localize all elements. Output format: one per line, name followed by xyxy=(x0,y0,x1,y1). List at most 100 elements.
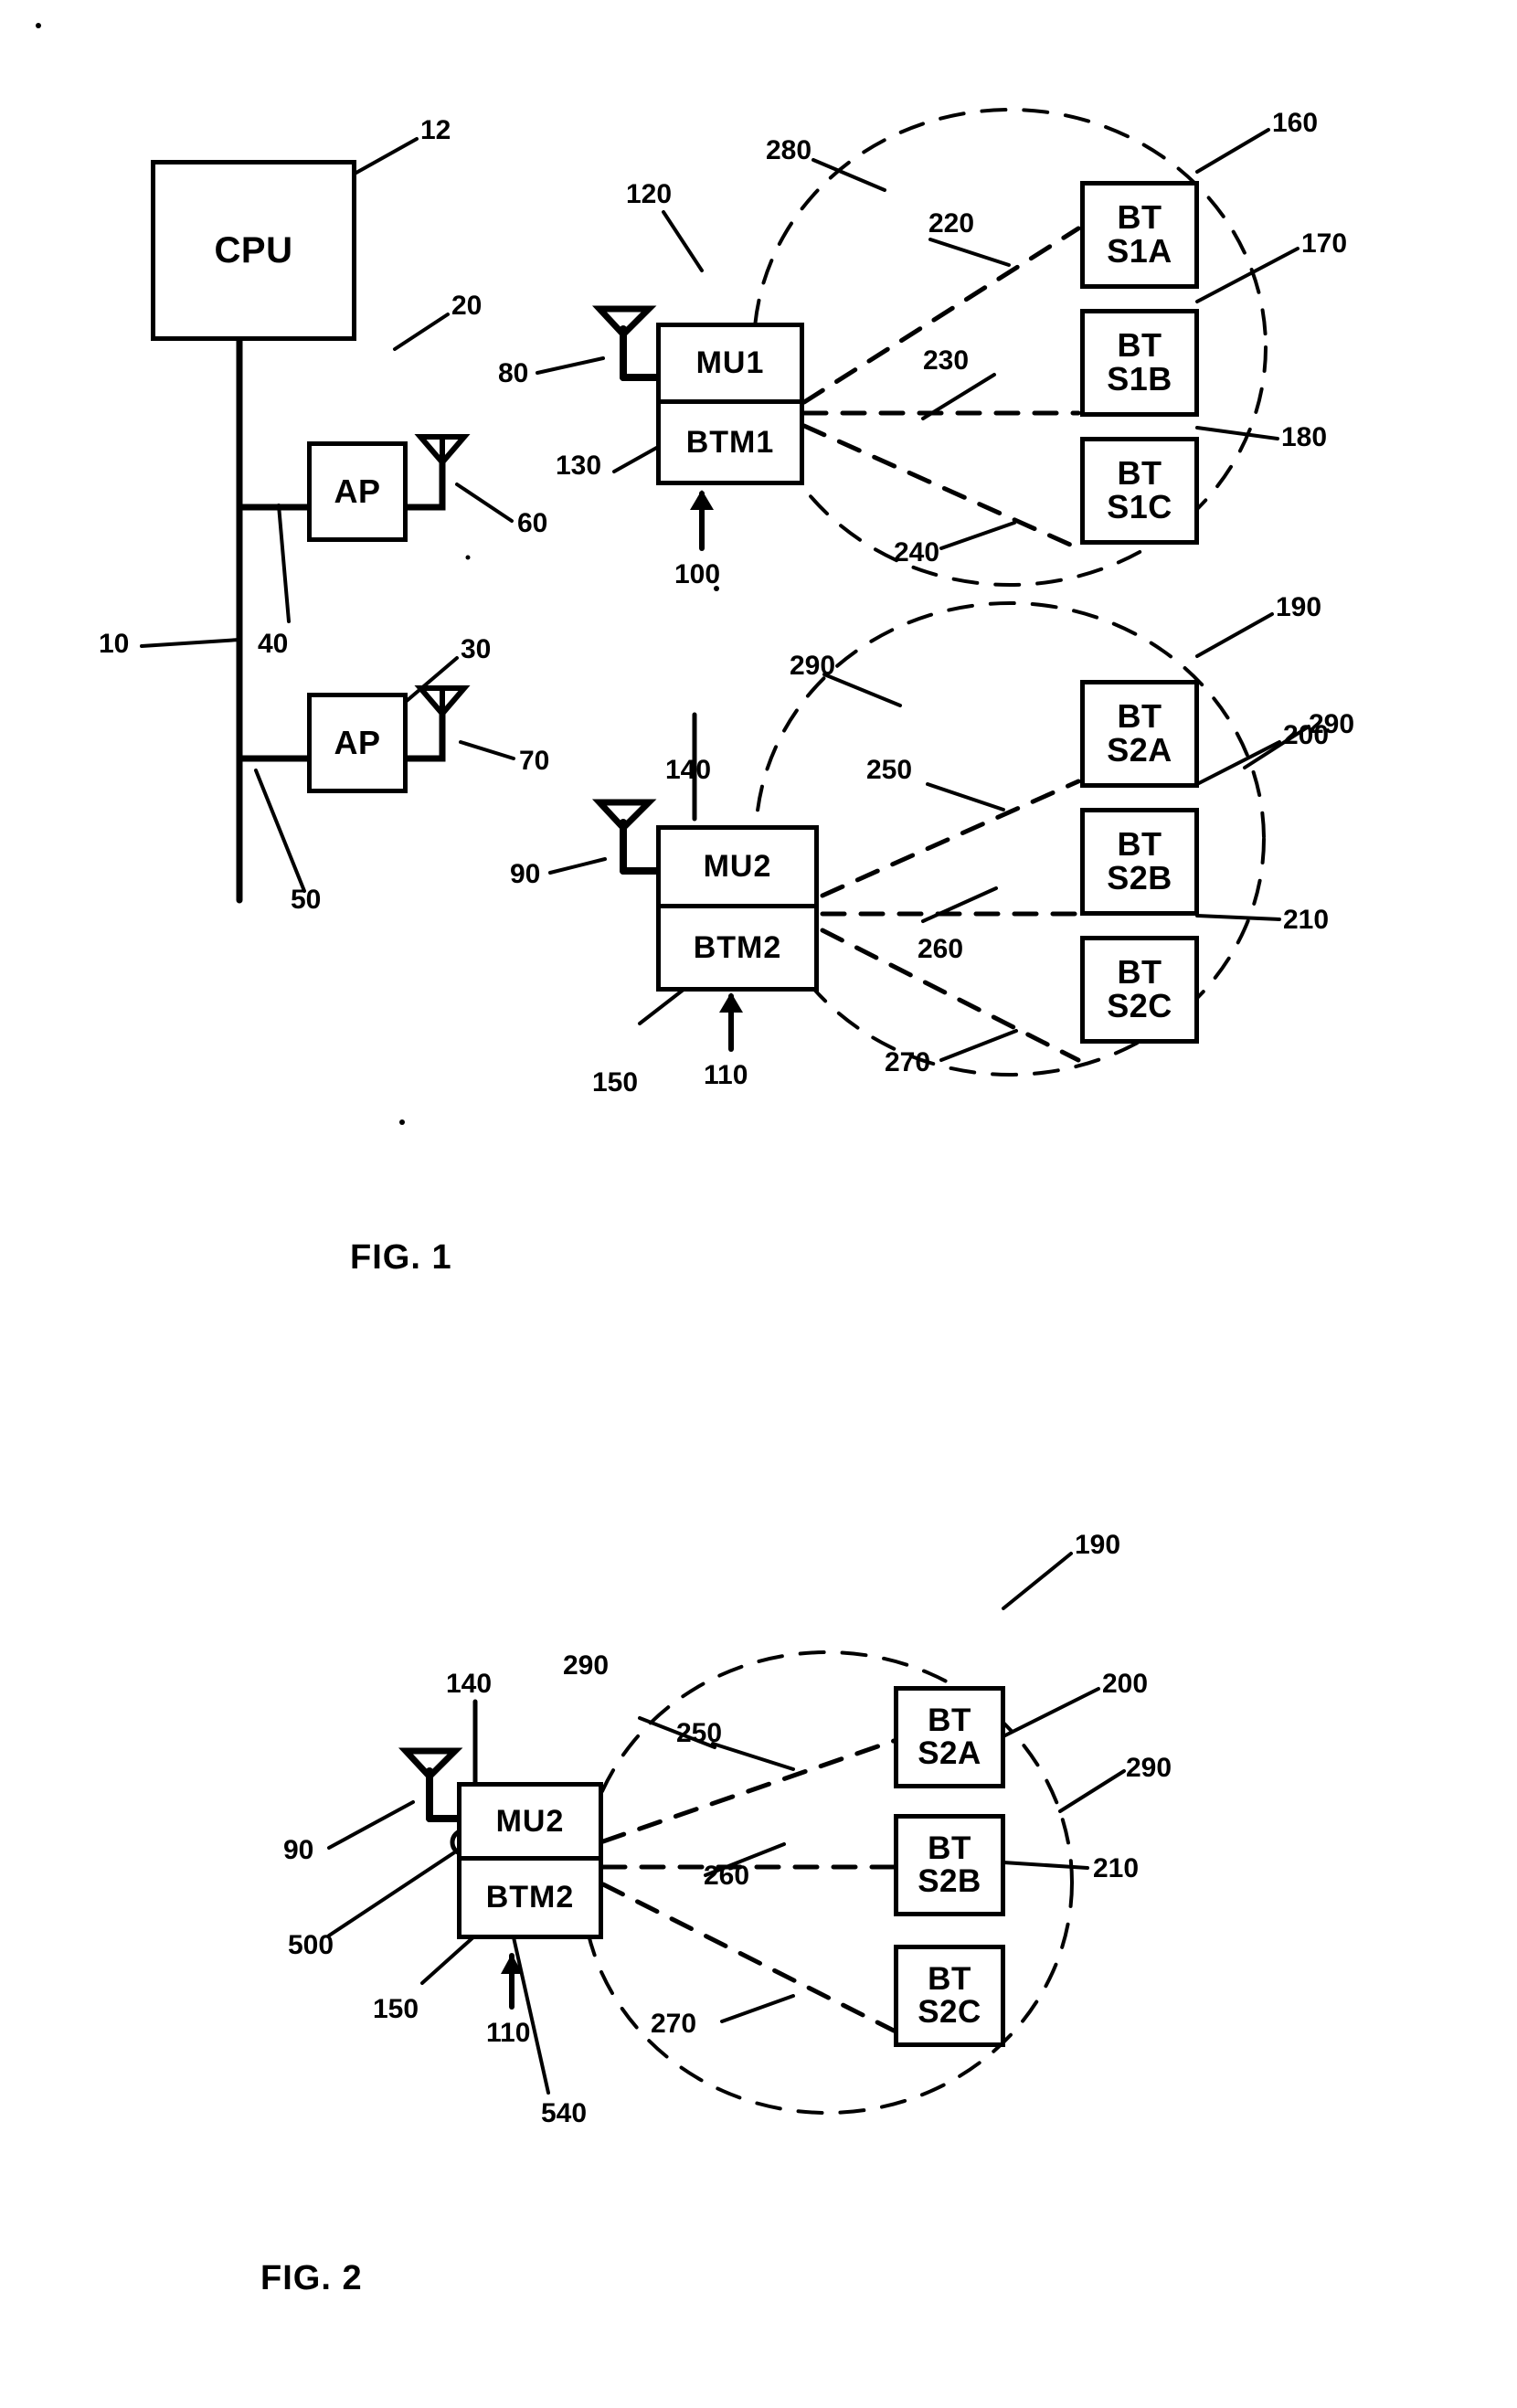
ref-290-right: 290 xyxy=(1309,709,1355,739)
leader-200 xyxy=(1195,740,1281,786)
bt-s2b-line1: BT xyxy=(1117,825,1162,864)
fig2-ref-540: 540 xyxy=(541,2098,588,2128)
link-250 xyxy=(820,779,1081,898)
ap1-antenna-dish xyxy=(414,434,471,467)
fig2-bt-s2b-line2: S2B xyxy=(918,1863,981,1899)
arrow-100-head xyxy=(690,490,714,510)
leader-190 xyxy=(1195,612,1274,658)
fig2-bt-s2a-line1: BT xyxy=(928,1703,971,1739)
leader-170 xyxy=(1195,247,1300,303)
bt-s1c-line2: S1C xyxy=(1107,488,1172,525)
fig2-leader-200 xyxy=(1002,1687,1100,1738)
fig2-ref-210: 210 xyxy=(1093,1853,1140,1883)
fig2-link-250 xyxy=(600,1738,896,1844)
leader-270 xyxy=(939,1029,1018,1062)
bt-s1b-line2: S1B xyxy=(1107,360,1172,398)
fig2-leader-210 xyxy=(1002,1861,1089,1870)
bt-s1a-line1: BT xyxy=(1117,198,1162,237)
bt-s1c-line1: BT xyxy=(1117,454,1162,493)
fig2-ref-90: 90 xyxy=(283,1835,314,1865)
fig2-ref-260: 260 xyxy=(704,1861,750,1891)
bt-slave-s1b-box: BT S1B xyxy=(1080,309,1199,417)
leader-290-upper xyxy=(822,673,902,707)
bt-s2b-line2: S2B xyxy=(1107,859,1172,896)
link-240 xyxy=(801,423,1081,551)
fig2-bt-s2b-line1: BT xyxy=(928,1830,971,1867)
leader-230 xyxy=(921,373,996,420)
fig2-bt-s2a-line2: S2A xyxy=(918,1735,981,1771)
ref-80: 80 xyxy=(498,358,529,388)
bt-s2c-line1: BT xyxy=(1117,953,1162,992)
leader-240 xyxy=(939,521,1016,550)
fig2-leader-190 xyxy=(1002,1552,1073,1610)
mobile-unit-1-box: MU1 BTM1 xyxy=(656,323,804,485)
ref-280: 280 xyxy=(766,135,812,165)
ap2-antenna-stem xyxy=(402,706,446,762)
scan-speck-3 xyxy=(465,555,471,560)
bt-slave-s2c-box: BT S2C xyxy=(1080,936,1199,1044)
bt-slave-s1c-box: BT S1C xyxy=(1080,437,1199,545)
fig2-ref-190: 190 xyxy=(1075,1530,1121,1560)
btm1-label: BTM1 xyxy=(685,424,775,460)
ref-290-upper: 290 xyxy=(790,651,836,681)
fig2-leader-90 xyxy=(327,1800,415,1850)
fig2-ref-270: 270 xyxy=(651,2009,697,2039)
btm2-label: BTM2 xyxy=(693,929,782,965)
leader-260 xyxy=(921,886,998,923)
scan-speck-5 xyxy=(399,1119,405,1125)
ref-170: 170 xyxy=(1301,228,1348,259)
fig2-ref-110: 110 xyxy=(486,2018,531,2048)
leader-250 xyxy=(926,782,1005,812)
fig2-leader-270 xyxy=(720,1994,795,2023)
fig2-ref-500: 500 xyxy=(288,1930,334,1960)
ref-220: 220 xyxy=(928,208,975,239)
patent-drawing-sheet: CPU AP AP MU1 BTM1 MU2 BTM2 BT S1A BT S1… xyxy=(0,0,1517,2408)
fig2-bt-slave-s2b-box: BT S2B xyxy=(894,1814,1005,1916)
fig2-ref-200: 200 xyxy=(1102,1669,1149,1699)
ref-180: 180 xyxy=(1281,422,1328,452)
ref-40: 40 xyxy=(258,629,289,659)
leader-280 xyxy=(812,158,886,192)
figure-1-caption: FIG. 1 xyxy=(350,1238,452,1277)
leader-20 xyxy=(393,313,450,351)
ref-230: 230 xyxy=(923,345,970,376)
bt-s2a-line1: BT xyxy=(1117,697,1162,736)
ref-260: 260 xyxy=(918,934,964,964)
ref-12: 12 xyxy=(420,115,451,145)
ref-210: 210 xyxy=(1283,905,1330,935)
fig2-ref-290-right: 290 xyxy=(1126,1753,1172,1783)
ref-160: 160 xyxy=(1272,108,1319,138)
leader-210 xyxy=(1195,914,1281,921)
bt-slave-s1a-box: BT S1A xyxy=(1080,181,1199,289)
ap1-label: AP xyxy=(334,472,381,510)
leader-40 xyxy=(277,504,291,623)
fig2-leader-290-right xyxy=(1058,1769,1126,1813)
fig2-link-270 xyxy=(600,1882,896,2033)
mu1-antenna-dish xyxy=(591,305,657,340)
mu2-label: MU2 xyxy=(661,830,814,908)
fig2-ref-290-upper: 290 xyxy=(563,1650,610,1681)
fig2-ref-140: 140 xyxy=(446,1669,493,1699)
ref-60: 60 xyxy=(517,508,548,538)
fig2-bt-slave-s2a-box: BT S2A xyxy=(894,1686,1005,1788)
ap1-box: AP xyxy=(307,441,408,542)
fig2-mu2-label: MU2 xyxy=(461,1787,599,1861)
leader-220 xyxy=(928,238,1011,267)
fig2-bt-s2c-line1: BT xyxy=(928,1961,971,1998)
ref-30: 30 xyxy=(461,634,492,664)
arrow-110-head xyxy=(719,992,743,1013)
bt-slave-s2a-box: BT S2A xyxy=(1080,680,1199,788)
ap1-antenna-stem xyxy=(402,455,446,511)
ref-130: 130 xyxy=(556,451,602,481)
ref-250: 250 xyxy=(866,755,913,785)
ref-110: 110 xyxy=(704,1060,748,1090)
fig2-leader-540 xyxy=(512,1936,550,2095)
ref-90: 90 xyxy=(510,859,541,889)
leader-50 xyxy=(254,769,306,893)
ref-70: 70 xyxy=(519,746,550,776)
fig2-mu2-antenna-dish xyxy=(398,1747,463,1782)
fig2-mobile-unit-2-box: MU2 BTM2 xyxy=(457,1782,603,1939)
fig2-leader-250 xyxy=(711,1742,795,1771)
bt-s1a-line2: S1A xyxy=(1107,232,1172,270)
fig2-bt-slave-s2c-box: BT S2C xyxy=(894,1945,1005,2047)
